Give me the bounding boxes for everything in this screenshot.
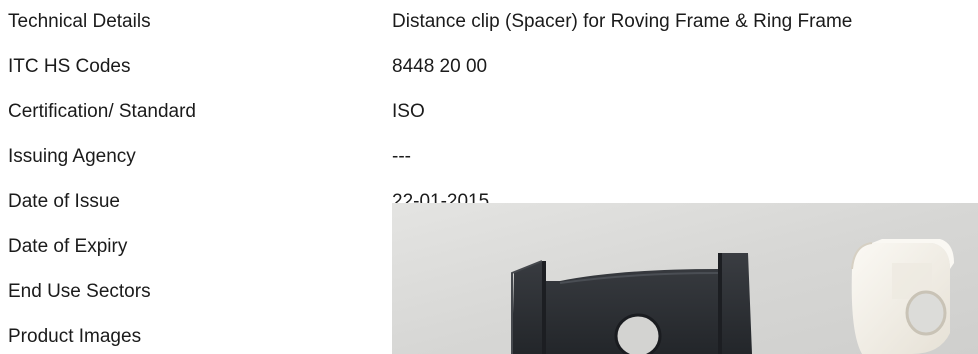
certification-standard-label: Certification/ Standard	[8, 101, 196, 122]
row-issuing-agency: Issuing Agency ---	[0, 135, 978, 179]
itc-hs-codes-label: ITC HS Codes	[8, 56, 131, 77]
end-use-sectors-label: End Use Sectors	[8, 281, 151, 302]
issuing-agency-label: Issuing Agency	[8, 146, 136, 167]
itc-hs-codes-value: 8448 20 00	[392, 56, 488, 77]
row-technical-details: Technical Details Distance clip (Spacer)…	[0, 0, 978, 44]
distance-clip-photo	[392, 203, 978, 354]
date-of-expiry-label: Date of Expiry	[8, 236, 128, 257]
date-of-issue-label: Date of Issue	[8, 191, 120, 212]
certification-standard-value: ISO	[392, 101, 425, 122]
row-itc-hs-codes: ITC HS Codes 8448 20 00	[0, 45, 978, 89]
issuing-agency-value: ---	[392, 146, 411, 167]
light-clip	[851, 239, 954, 354]
product-image	[392, 203, 978, 354]
technical-details-label: Technical Details	[8, 11, 151, 32]
technical-details-value: Distance clip (Spacer) for Roving Frame …	[392, 11, 853, 32]
row-certification-standard: Certification/ Standard ISO	[0, 90, 978, 134]
product-images-label: Product Images	[8, 326, 142, 347]
